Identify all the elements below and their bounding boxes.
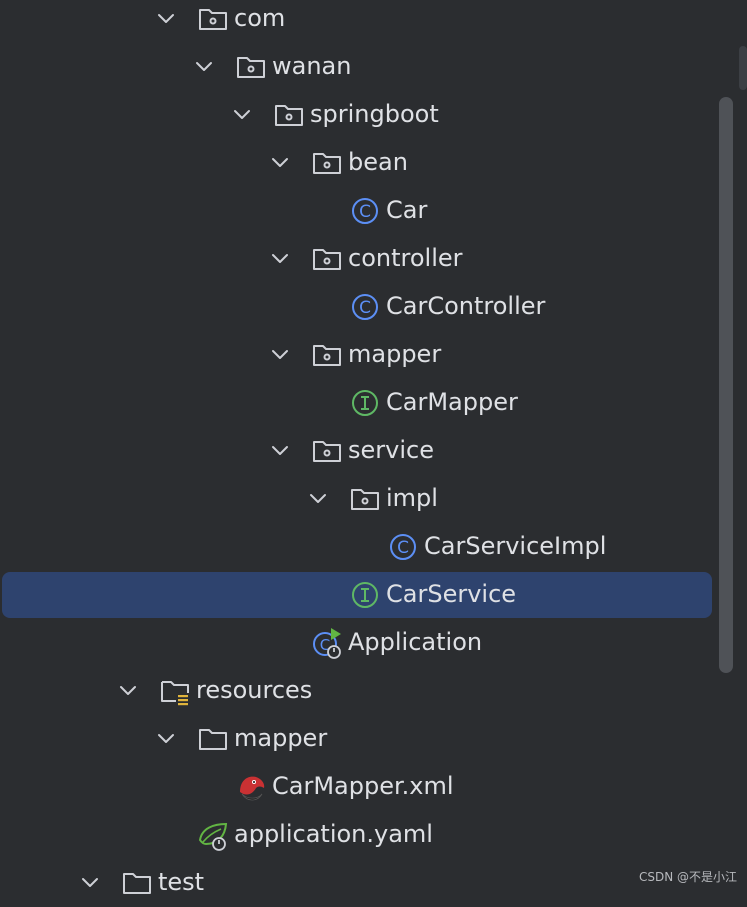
package-folder-icon: [310, 434, 344, 468]
tree-node-com[interactable]: com: [0, 0, 720, 43]
chevron-down-icon[interactable]: [116, 679, 140, 703]
chevron-down-icon[interactable]: [268, 343, 292, 367]
java-class-icon: C: [348, 194, 382, 228]
tree-node-label: resources: [196, 676, 313, 704]
spring-boot-application-icon: C: [310, 626, 344, 660]
package-folder-icon: [310, 338, 344, 372]
tree-node-wanan[interactable]: wanan: [0, 43, 720, 91]
tree-node-test[interactable]: test: [0, 859, 720, 907]
chevron-down-icon[interactable]: [154, 7, 178, 31]
chevron-down-icon[interactable]: [268, 439, 292, 463]
chevron-down-icon[interactable]: [268, 151, 292, 175]
svg-text:C: C: [397, 538, 409, 558]
chevron-down-icon[interactable]: [268, 247, 292, 271]
tree-node-label: wanan: [272, 52, 352, 80]
tree-node-label: application.yaml: [234, 820, 433, 848]
svg-text:C: C: [359, 298, 371, 318]
tree-node-application-yaml[interactable]: application.yaml: [0, 811, 720, 859]
chevron-down-icon[interactable]: [154, 727, 178, 751]
tree-node-label: Application: [348, 628, 483, 656]
tree-node-label: impl: [386, 484, 438, 512]
tree-node-label: service: [348, 436, 434, 464]
tree-node-label: com: [234, 4, 286, 32]
package-folder-icon: [234, 50, 268, 84]
java-interface-icon: [348, 578, 382, 612]
package-folder-icon: [348, 482, 382, 516]
tree-node-label: CarMapper: [386, 388, 518, 416]
chevron-down-icon[interactable]: [230, 103, 254, 127]
resources-folder-icon: [158, 674, 192, 708]
java-interface-icon: [348, 386, 382, 420]
package-folder-icon: [272, 98, 306, 132]
watermark: CSDN @不是小江: [638, 870, 737, 884]
tree-node-label: controller: [348, 244, 463, 272]
package-folder-icon: [196, 2, 230, 36]
java-class-icon: C: [348, 290, 382, 324]
tree-node-label: CarServiceImpl: [424, 532, 607, 560]
tree-node-mapper[interactable]: mapper: [0, 331, 720, 379]
package-folder-icon: [310, 146, 344, 180]
package-folder-icon: [310, 242, 344, 276]
project-tree: com wanan springboot bean C Car controller C Car…: [0, 0, 747, 896]
tree-node-carmapper-xml[interactable]: CarMapper.xml: [0, 763, 720, 811]
tree-node-car[interactable]: C Car: [0, 187, 720, 235]
tree-node-label: CarMapper.xml: [272, 772, 454, 800]
chevron-down-icon[interactable]: [78, 871, 102, 895]
tree-node-label: CarService: [386, 580, 517, 608]
tree-node-mapper[interactable]: mapper: [0, 715, 720, 763]
chevron-down-icon[interactable]: [306, 487, 330, 511]
tree-node-controller[interactable]: controller: [0, 235, 720, 283]
tree-node-bean[interactable]: bean: [0, 139, 720, 187]
scrollbar-edge: [739, 46, 747, 90]
tree-node-carmapper[interactable]: CarMapper: [0, 379, 720, 427]
tree-node-label: mapper: [348, 340, 442, 368]
tree-node-resources[interactable]: resources: [0, 667, 720, 715]
tree-node-impl[interactable]: impl: [0, 475, 720, 523]
tree-node-carserviceimpl[interactable]: C CarServiceImpl: [0, 523, 720, 571]
tree-node-application[interactable]: C Application: [0, 619, 720, 667]
tree-node-label: mapper: [234, 724, 328, 752]
chevron-down-icon[interactable]: [192, 55, 216, 79]
tree-node-label: springboot: [310, 100, 439, 128]
tree-node-carservice[interactable]: CarService: [0, 571, 720, 619]
tree-node-carcontroller[interactable]: C CarController: [0, 283, 720, 331]
tree-node-label: Car: [386, 196, 428, 224]
tree-node-label: bean: [348, 148, 408, 176]
tree-node-service[interactable]: service: [0, 427, 720, 475]
tree-node-springboot[interactable]: springboot: [0, 91, 720, 139]
svg-text:C: C: [359, 202, 371, 222]
folder-icon: [120, 866, 154, 900]
folder-icon: [196, 722, 230, 756]
mybatis-xml-icon: [234, 770, 268, 804]
java-class-icon: C: [386, 530, 420, 564]
tree-node-label: CarController: [386, 292, 546, 320]
spring-yaml-icon: [196, 818, 230, 852]
vertical-scrollbar[interactable]: [719, 97, 733, 673]
tree-node-label: test: [158, 868, 205, 896]
